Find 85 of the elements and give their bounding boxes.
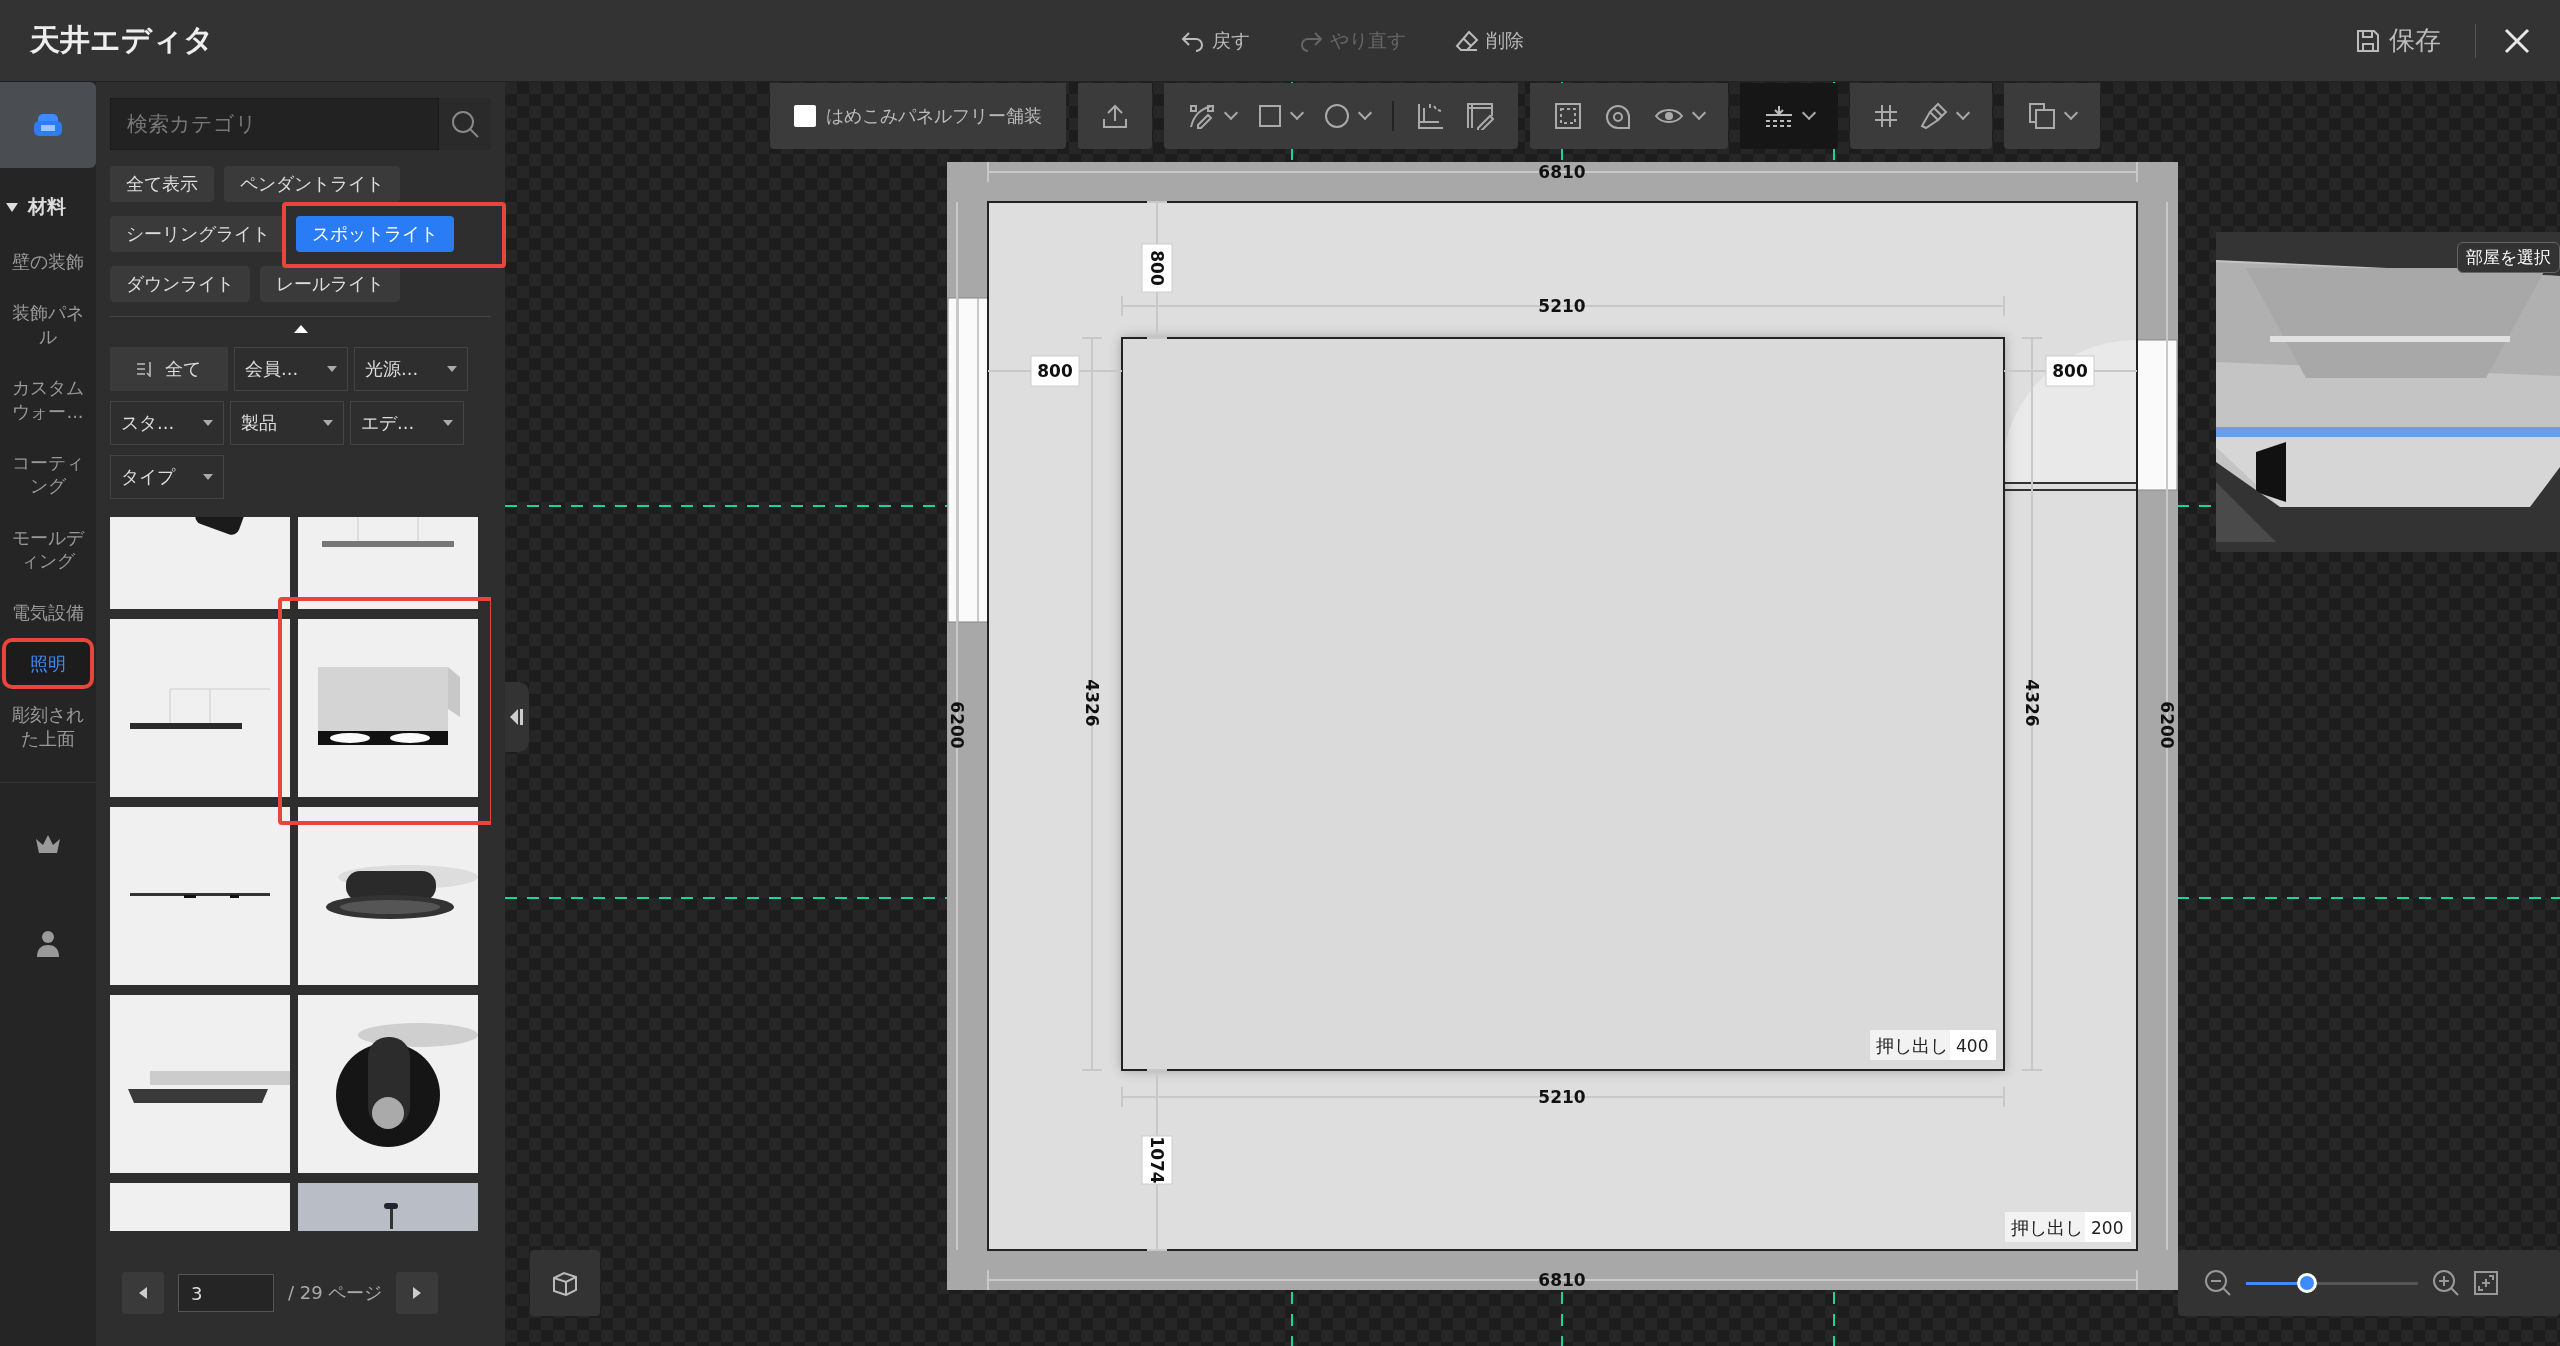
page-field[interactable]: 3	[178, 1274, 274, 1312]
page-count: / 29 ページ	[288, 1281, 383, 1305]
category-chip[interactable]: スポットライト	[296, 216, 454, 252]
align-icon	[1764, 105, 1794, 127]
dimension-label: 6200	[2157, 701, 2177, 749]
dimension-label: 4326	[1082, 679, 1102, 727]
zoom-thumb[interactable]	[2297, 1273, 2318, 1293]
dimension-label: 6200	[947, 701, 967, 749]
dimension-label: 800	[1030, 355, 1080, 387]
pen-icon[interactable]	[1188, 103, 1216, 129]
dimension-label: 1074	[1141, 1135, 1173, 1185]
selection-icon[interactable]	[1554, 102, 1582, 130]
dimension-label: 800	[1141, 243, 1173, 293]
eraser-icon	[1453, 28, 1480, 53]
filter-dropdown[interactable]: 会員...	[234, 347, 348, 391]
right-caret-icon	[413, 1287, 422, 1299]
collapse-up-icon[interactable]	[293, 325, 308, 333]
category-chip[interactable]: ペンダントライト	[224, 166, 400, 202]
search-field[interactable]: 検索カテゴリ	[110, 98, 439, 150]
filter-dropdown[interactable]: 製品	[230, 401, 344, 445]
section-toggle[interactable]: 材料	[6, 194, 90, 220]
eraser-button[interactable]: 削除	[1449, 23, 1528, 58]
category-chip[interactable]: 全て表示	[110, 166, 214, 202]
dimension-label: 5210	[1538, 296, 1586, 316]
cube-icon	[552, 1270, 578, 1296]
save-button[interactable]: 保存	[2349, 22, 2447, 59]
eye-icon[interactable]	[1654, 106, 1684, 126]
expand-arrow-icon	[6, 202, 18, 212]
dropdown-caret-icon	[323, 420, 333, 426]
tape-measure-icon[interactable]	[1604, 102, 1632, 130]
category-item[interactable]: モールディング	[6, 515, 90, 583]
checkbox[interactable]: はめこみパネルフリー舗装	[794, 104, 1042, 128]
dropdown-caret-icon	[327, 366, 337, 372]
filter-dropdown[interactable]: スタ...	[110, 401, 224, 445]
left-caret-icon	[139, 1287, 147, 1299]
extrusion-label: 押し出し 400	[1870, 1030, 1996, 1060]
alignment-tool[interactable]	[1740, 83, 1838, 149]
dimension-label: 4326	[2022, 679, 2042, 727]
sort-button[interactable]: 全て	[110, 347, 228, 391]
extrusion-label: 押し出し 200	[2005, 1212, 2131, 1242]
zoom-in-icon[interactable]	[2432, 1269, 2460, 1297]
dimension-label: 5210	[1538, 1087, 1586, 1107]
dropdown-caret-icon	[447, 366, 457, 372]
3d-view-button[interactable]	[530, 1250, 600, 1316]
edit-icon[interactable]	[1466, 102, 1494, 130]
category-item[interactable]: カスタムウォー...	[6, 366, 90, 433]
category-item[interactable]: コーティング	[6, 440, 90, 508]
grid-icon[interactable]	[1874, 104, 1898, 128]
dropdown-caret-icon	[443, 420, 453, 426]
fit-view-icon[interactable]	[2474, 1271, 2498, 1295]
dimension-label: 6810	[1538, 162, 1586, 182]
filter-dropdown[interactable]: エデ...	[350, 401, 464, 445]
collapse-handle[interactable]	[505, 682, 529, 752]
select-room-button[interactable]: 部屋を選択	[2457, 242, 2560, 273]
category-chip[interactable]: ダウンライト	[110, 266, 250, 302]
next-page-button[interactable]	[396, 1272, 439, 1314]
upload-icon[interactable]	[1102, 103, 1128, 129]
zoom-out-icon[interactable]	[2204, 1269, 2232, 1297]
window-title: 天井エディタ	[30, 21, 214, 59]
collapse-left-icon	[510, 709, 524, 725]
circle-icon[interactable]	[1324, 103, 1350, 129]
category-item[interactable]: 装飾パネル	[6, 291, 90, 359]
filter-dropdown[interactable]: 光源...	[354, 347, 468, 391]
undo-icon	[1179, 29, 1206, 52]
dimension-icon[interactable]	[1416, 102, 1444, 130]
category-item[interactable]: 彫刻された上面	[6, 693, 90, 761]
dimension-label: 800	[2045, 355, 2095, 387]
filter-dropdown[interactable]: タイプ	[110, 455, 224, 499]
copy-icon[interactable]	[2028, 102, 2056, 130]
search-icon[interactable]	[450, 109, 480, 139]
undo-button[interactable]: 戻す	[1175, 23, 1254, 58]
dropdown-caret-icon	[203, 474, 213, 480]
save-icon	[2355, 27, 2381, 54]
close-icon[interactable]	[2504, 27, 2530, 54]
brush-icon[interactable]	[1920, 102, 1948, 130]
furniture-tab[interactable]	[0, 82, 96, 168]
category-item[interactable]: 壁の装飾	[6, 240, 90, 284]
sofa-icon	[33, 112, 63, 138]
category-item[interactable]: 電気設備	[6, 590, 90, 634]
user-icon[interactable]	[36, 929, 60, 958]
category-chip[interactable]: レールライト	[260, 266, 400, 302]
previous-page-button[interactable]	[122, 1272, 164, 1314]
rectangle-icon[interactable]	[1258, 104, 1282, 128]
dimension-label: 6810	[1538, 1270, 1586, 1290]
dropdown-caret-icon	[203, 420, 213, 426]
